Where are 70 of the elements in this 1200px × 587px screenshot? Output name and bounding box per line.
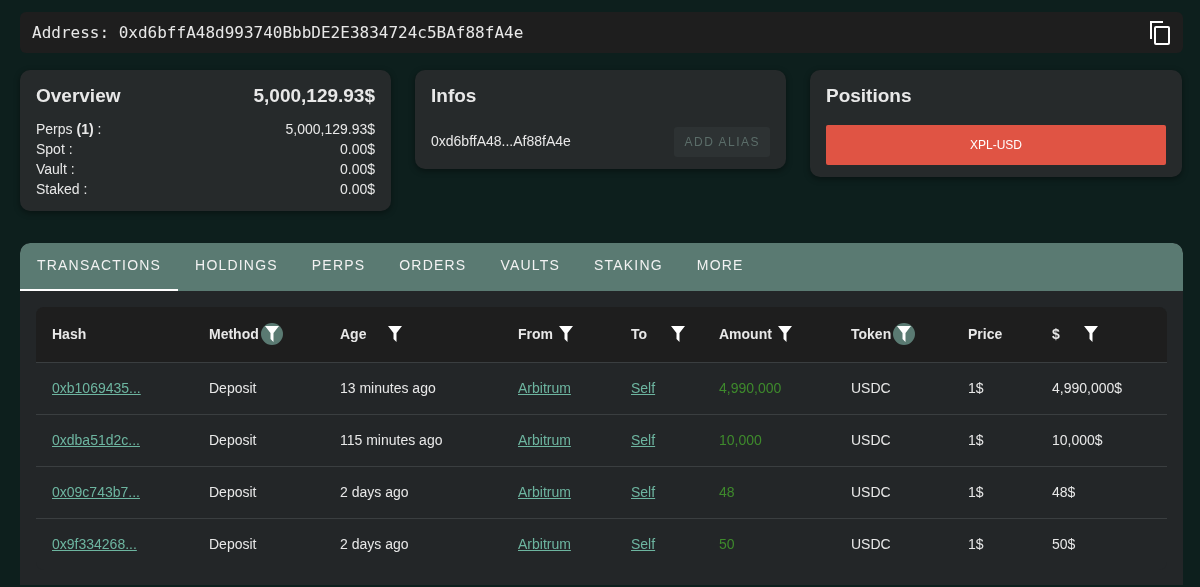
value-cell-text: 48$	[1052, 482, 1076, 502]
infos-title: Infos	[431, 84, 478, 108]
value-cell-text: 10,000$	[1052, 430, 1103, 450]
balance-value: 0.00$	[339, 179, 375, 199]
balance-label: Spot :	[36, 139, 73, 159]
amount-cell-text: 50	[719, 534, 735, 554]
filter-icon[interactable]	[893, 323, 916, 345]
positions-title: Positions	[826, 84, 913, 108]
column-header: Hash	[52, 324, 87, 344]
hash-link[interactable]: 0x09c743b7...	[52, 481, 140, 503]
tab[interactable]: VAULTS	[483, 242, 577, 291]
balance-label: Vault :	[36, 159, 75, 179]
from-link[interactable]: Arbitrum	[518, 429, 571, 451]
age-cell-text: 13 minutes ago	[340, 378, 436, 398]
copy-icon[interactable]	[1149, 20, 1171, 45]
tab[interactable]: MORE	[679, 242, 761, 291]
address-text: Address: 0xd6bffA48d993740BbbDE2E3834724c5BAf88fA4e	[32, 21, 524, 44]
hash-link[interactable]: 0x9f334268...	[52, 533, 137, 555]
from-link[interactable]: Arbitrum	[518, 377, 571, 399]
method-cell-text: Deposit	[209, 378, 257, 398]
method-cell-text: Deposit	[209, 482, 257, 502]
balance-label: Staked :	[36, 179, 88, 199]
balance-value: 0.00$	[339, 139, 375, 159]
value-cell-text: 50$	[1052, 534, 1076, 554]
amount-cell-text: 10,000	[719, 430, 762, 450]
balance-label: Perps (1) :	[36, 119, 102, 139]
overview-total: 5,000,129.93$	[253, 84, 375, 108]
age-cell-text: 2 days ago	[340, 534, 409, 554]
amount-cell-text: 4,990,000	[719, 378, 782, 398]
column-header: Age	[340, 324, 367, 344]
token-cell-text: USDC	[851, 534, 891, 554]
tab[interactable]: HOLDINGS	[178, 242, 295, 291]
tab[interactable]: TRANSACTIONS	[20, 242, 179, 291]
method-cell-text: Deposit	[209, 430, 257, 450]
price-cell-text: 1$	[968, 534, 984, 554]
tab[interactable]: STAKING	[577, 242, 680, 291]
age-cell-text: 115 minutes ago	[340, 430, 443, 450]
column-header: From	[518, 324, 553, 344]
token-cell-text: USDC	[851, 482, 891, 502]
age-cell-text: 2 days ago	[340, 482, 409, 502]
value-cell-text: 4,990,000$	[1052, 378, 1123, 398]
column-header: $	[1052, 324, 1060, 344]
wallet-address: 0xd6bffA48...Af88fA4e	[431, 132, 571, 151]
tab[interactable]: ORDERS	[382, 242, 484, 291]
price-cell-text: 1$	[968, 430, 984, 450]
token-cell-text: USDC	[851, 430, 891, 450]
to-link[interactable]: Self	[631, 429, 656, 451]
method-cell-text: Deposit	[209, 534, 257, 554]
from-link[interactable]: Arbitrum	[518, 481, 571, 503]
overview-title: Overview	[36, 84, 121, 108]
price-cell-text: 1$	[968, 378, 984, 398]
tab[interactable]: PERPS	[294, 242, 383, 291]
hash-link[interactable]: 0xb1069435...	[52, 377, 141, 399]
balance-value: 0.00$	[339, 159, 375, 179]
column-header: Token	[851, 324, 892, 344]
balance-value: 5,000,129.93$	[285, 119, 375, 139]
column-header: To	[631, 324, 648, 344]
filter-icon[interactable]	[260, 323, 283, 345]
to-link[interactable]: Self	[631, 481, 656, 503]
to-link[interactable]: Self	[631, 377, 656, 399]
column-header: Method	[209, 324, 259, 344]
from-link[interactable]: Arbitrum	[518, 533, 571, 555]
to-link[interactable]: Self	[631, 533, 656, 555]
token-cell-text: USDC	[851, 378, 891, 398]
column-header: Amount	[719, 324, 772, 344]
column-header: Price	[968, 324, 1003, 344]
amount-cell-text: 48	[719, 482, 735, 502]
hash-link[interactable]: 0xdba51d2c...	[52, 429, 140, 451]
price-cell-text: 1$	[968, 482, 984, 502]
position-button[interactable]: XPL-USD	[826, 124, 1166, 165]
